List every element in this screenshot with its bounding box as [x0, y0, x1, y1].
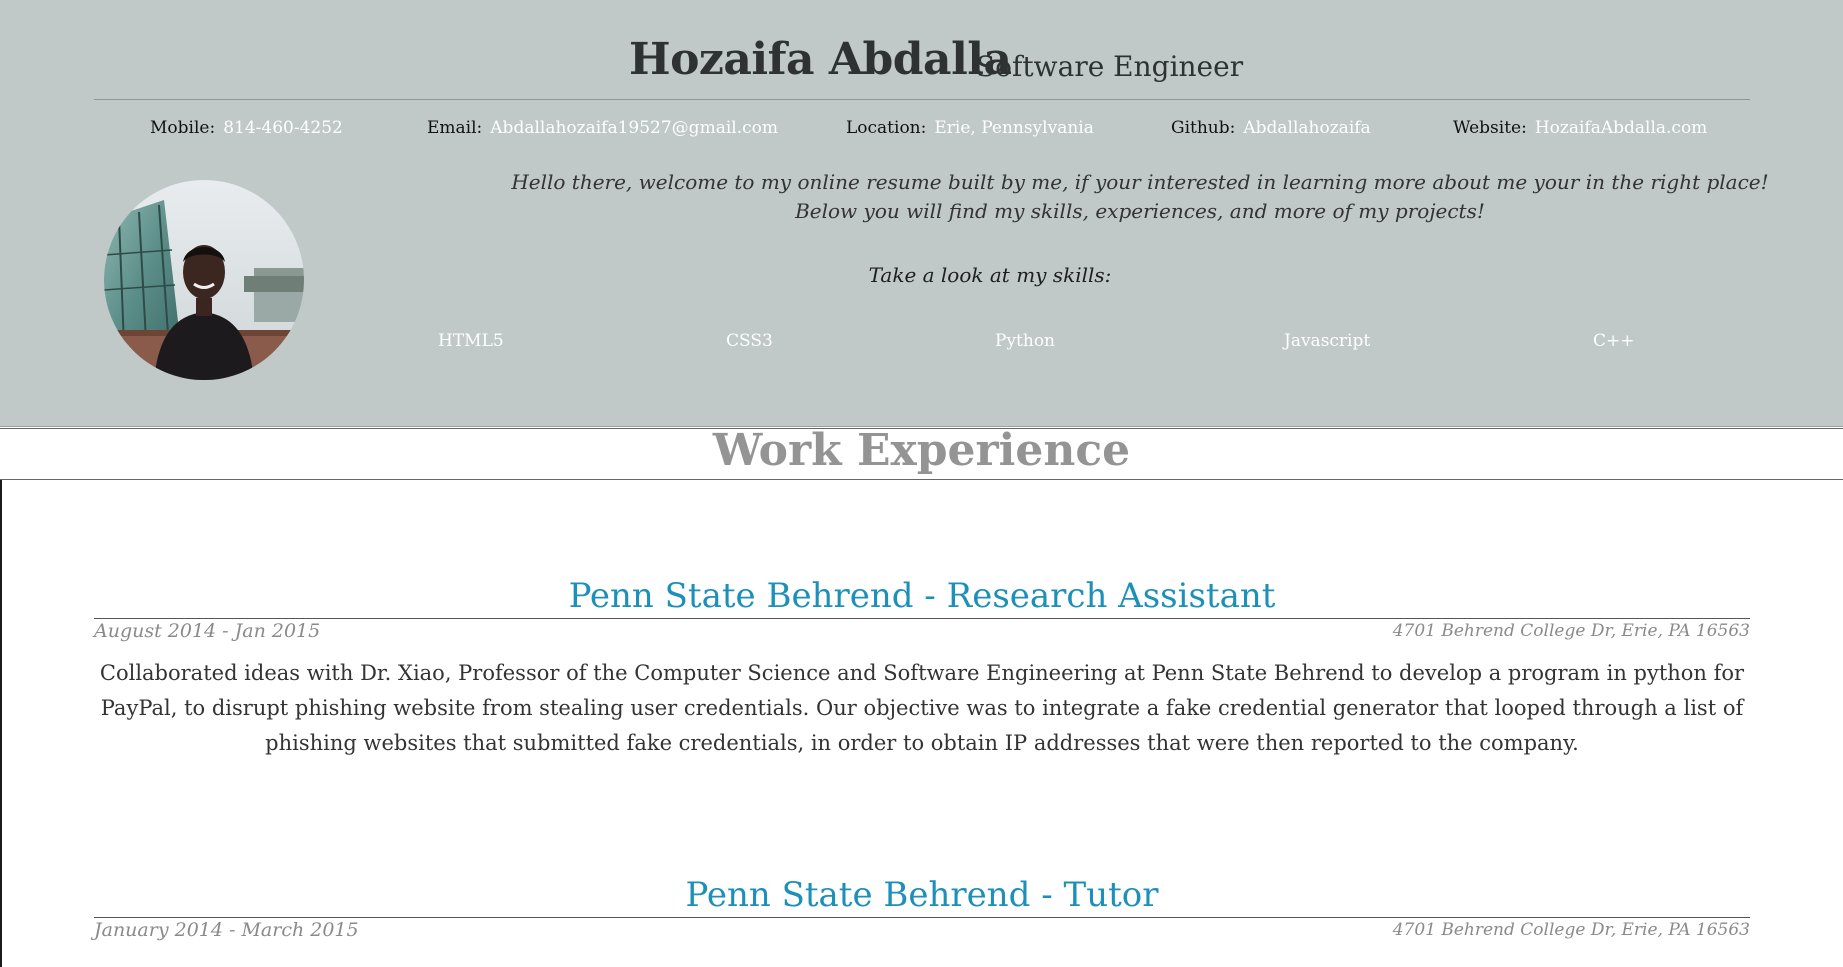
contact-location: Location: Erie, Pennsylvania	[846, 118, 1094, 138]
contact-label: Github:	[1171, 118, 1236, 138]
skills-title: Take a look at my skills:	[868, 263, 1112, 287]
contact-value[interactable]: 814-460-4252	[223, 118, 343, 138]
contact-value[interactable]: Abdallahozaifa19527@gmail.com	[490, 118, 778, 138]
job-divider	[94, 917, 1750, 918]
contact-label: Mobile:	[150, 118, 216, 138]
section-title-work: Work Experience	[712, 425, 1131, 476]
job-divider	[94, 618, 1750, 619]
contact-label: Email:	[427, 118, 483, 138]
contact-mobile: Mobile: 814-460-4252	[150, 118, 343, 138]
skill-javascript: Javascript	[1284, 331, 1371, 351]
header-divider	[94, 99, 1750, 100]
contact-label: Website:	[1453, 118, 1527, 138]
left-edge	[0, 480, 2, 967]
job-title: Penn State Behrend - Tutor	[685, 875, 1159, 915]
job-dates: August 2014 - Jan 2015	[94, 620, 321, 642]
job-dates: January 2014 - March 2015	[94, 919, 359, 941]
job-title: Penn State Behrend - Research Assistant	[568, 576, 1276, 616]
job-address: 4701 Behrend College Dr, Erie, PA 16563	[1392, 621, 1750, 641]
resume-page: Hozaifa Abdalla Software Engineer Mobile…	[0, 0, 1843, 967]
contact-website: Website: HozaifaAbdalla.com	[1453, 118, 1707, 138]
profile-name: Hozaifa Abdalla	[629, 34, 1012, 85]
skill-css3: CSS3	[726, 331, 773, 351]
intro-line-1: Hello there, welcome to my online resume…	[511, 170, 1769, 194]
contact-email: Email: Abdallahozaifa19527@gmail.com	[427, 118, 778, 138]
skill-cpp: C++	[1593, 331, 1635, 351]
profile-photo	[104, 180, 304, 380]
profile-header: Hozaifa Abdalla Software Engineer Mobile…	[0, 0, 1843, 427]
contact-label: Location:	[846, 118, 927, 138]
contact-github: Github: Abdallahozaifa	[1171, 118, 1371, 138]
job-description: Collaborated ideas with Dr. Xiao, Profes…	[99, 661, 1745, 755]
skill-html5: HTML5	[438, 331, 504, 351]
profile-role: Software Engineer	[976, 50, 1244, 83]
intro-line-2: Below you will find my skills, experienc…	[795, 199, 1485, 223]
contact-value[interactable]: Abdallahozaifa	[1243, 118, 1370, 138]
job-address: 4701 Behrend College Dr, Erie, PA 16563	[1392, 920, 1750, 940]
skill-python: Python	[995, 331, 1056, 351]
contact-value[interactable]: HozaifaAbdalla.com	[1535, 118, 1707, 138]
contact-value[interactable]: Erie, Pennsylvania	[934, 118, 1094, 138]
